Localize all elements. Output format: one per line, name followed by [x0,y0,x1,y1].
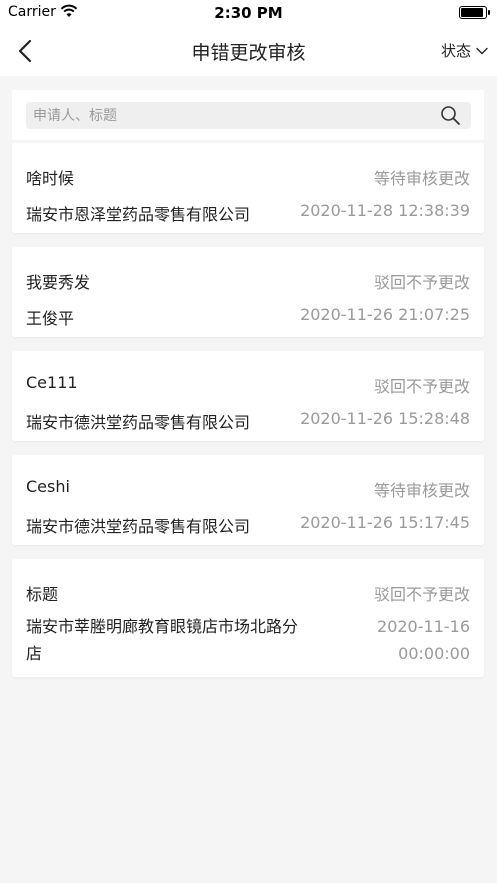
record-card[interactable]: 我要秀发 驳回不予更改 王俊平 2020-11-26 21:07:25 [12,247,484,337]
record-status: 等待审核更改 [373,169,470,188]
chevron-down-icon [476,47,488,54]
record-applicant: 王俊平 [26,309,75,328]
status-filter-label: 状态 [440,42,471,60]
record-title: 标题 [26,585,59,604]
record-card[interactable]: Ceshi 等待审核更改 瑞安市德洪堂药品零售有限公司 2020-11-26 1… [12,455,484,545]
record-status: 驳回不予更改 [373,377,470,396]
record-time: 2020-11-28 12:38:39 [300,201,470,220]
record-status: 驳回不予更改 [373,273,470,292]
record-time: 2020-11-26 15:17:45 [300,513,470,532]
search-input[interactable] [33,102,428,129]
record-title: Ceshi [26,477,70,496]
navigation-bar: 申错更改审核 状态 [0,26,497,76]
record-applicant: 瑞安市莘塍明廊教育眼镜店市场北路分店 [26,617,299,663]
status-filter-dropdown[interactable]: 状态 [441,40,489,61]
search-box [26,102,471,129]
record-time: 2020-11-26 21:07:25 [300,305,470,324]
page-title: 申错更改审核 [191,42,306,64]
record-status: 驳回不予更改 [373,585,470,604]
search-panel [12,90,484,140]
record-card[interactable]: 啥时候 等待审核更改 瑞安市恩泽堂药品零售有限公司 2020-11-28 12:… [12,143,484,233]
record-applicant: 瑞安市德洪堂药品零售有限公司 [26,517,251,536]
status-bar: Carrier 2:30 PM [0,0,497,26]
status-time: 2:30 PM [214,4,283,22]
record-title: Ce111 [26,373,78,392]
record-applicant: 瑞安市德洪堂药品零售有限公司 [26,413,251,432]
record-time: 2020-11-26 15:28:48 [300,409,470,428]
record-title: 我要秀发 [26,273,91,292]
battery-icon [459,6,490,19]
record-title: 啥时候 [26,169,75,188]
record-status: 等待审核更改 [373,481,470,500]
record-time: 2020-11-16 00:00:00 [377,617,470,663]
record-applicant: 瑞安市恩泽堂药品零售有限公司 [26,205,251,224]
record-card[interactable]: 标题 驳回不予更改 瑞安市莘塍明廊教育眼镜店市场北路分店 2020-11-16 … [12,559,484,677]
record-card[interactable]: Ce111 驳回不予更改 瑞安市德洪堂药品零售有限公司 2020-11-26 1… [12,351,484,441]
search-icon[interactable] [440,105,461,126]
